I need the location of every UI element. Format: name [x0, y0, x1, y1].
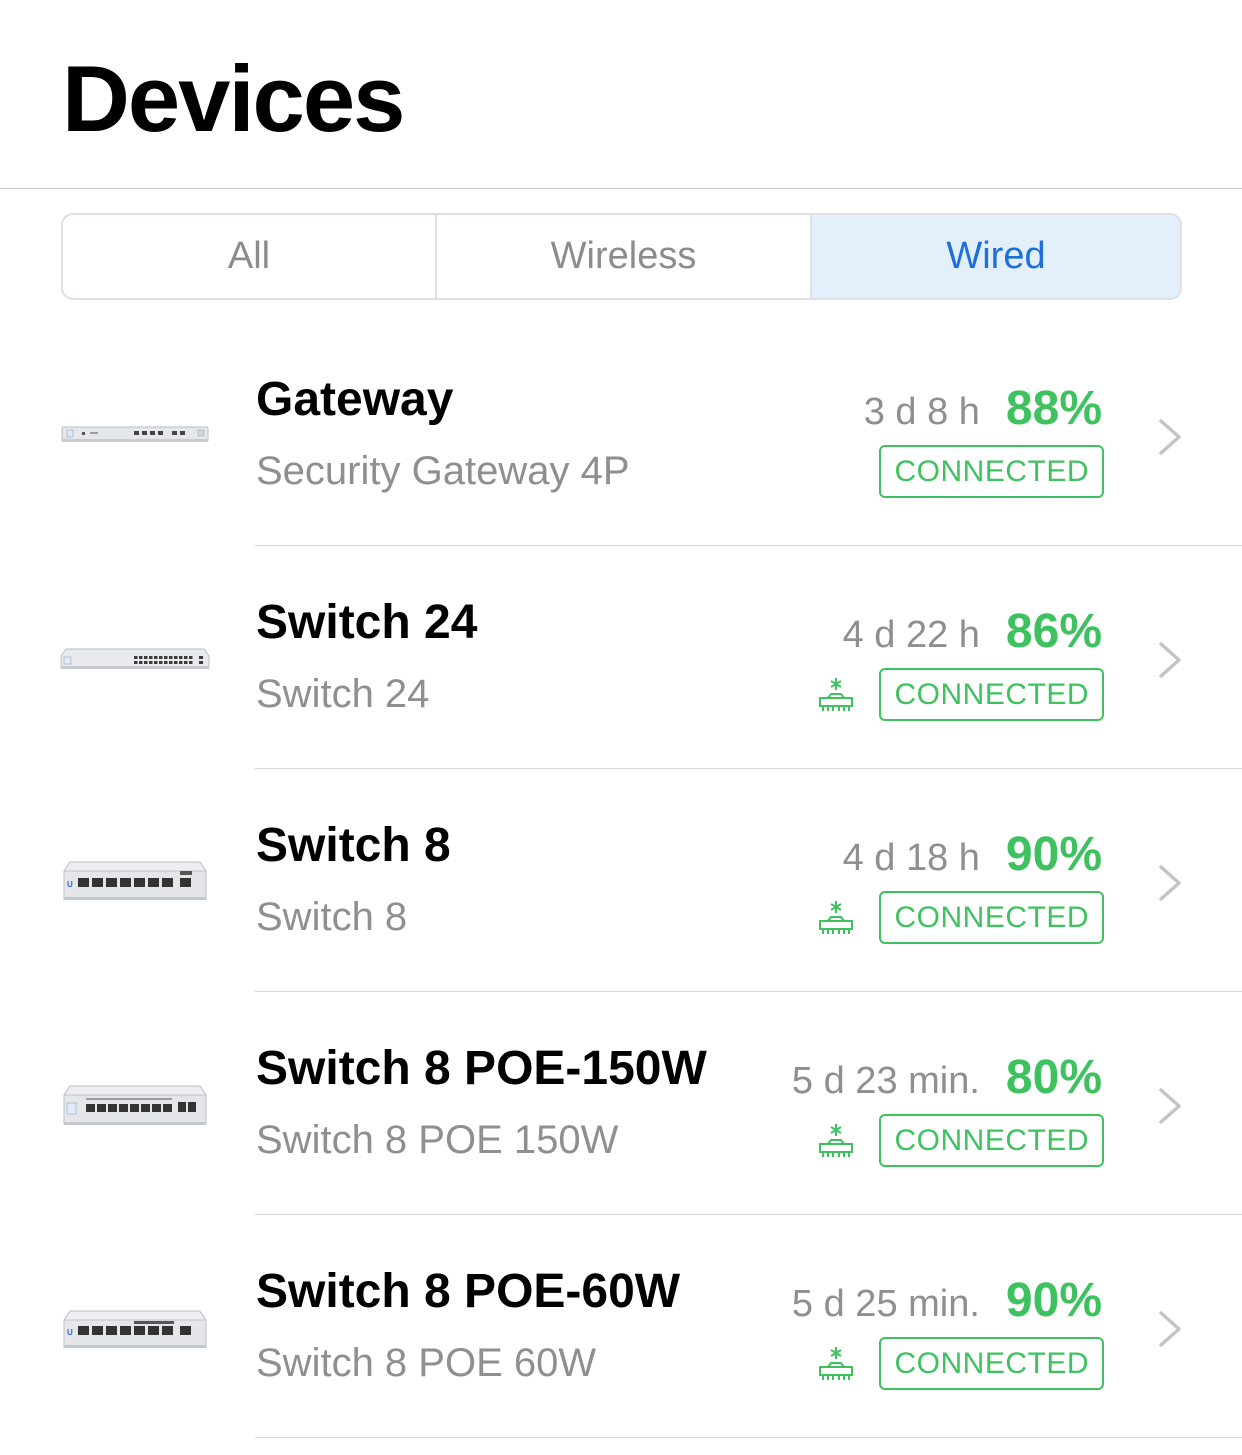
device-experience-percent: 80% [1005, 1051, 1102, 1104]
svg-text:U: U [67, 1328, 73, 1337]
uplink-icon [817, 1122, 855, 1160]
device-row-gateway[interactable]: Gateway Security Gateway 4P 3 d 8 h 88% … [0, 323, 1242, 546]
device-model: Switch 8 POE 60W [256, 1341, 597, 1385]
device-row-switch-24[interactable]: Switch 24 Switch 24 4 d 22 h 86% CONNECT… [0, 546, 1242, 769]
device-model: Switch 24 [256, 672, 430, 716]
header: Devices [0, 0, 1242, 189]
filter-tab-all[interactable]: All [63, 215, 435, 298]
status-badge: CONNECTED [879, 1337, 1104, 1390]
device-uptime: 5 d 23 min. [791, 1060, 980, 1102]
page-title: Devices [62, 46, 405, 151]
device-uptime: 3 d 8 h [863, 391, 980, 433]
chevron-right-icon [1155, 1309, 1185, 1349]
device-name: Switch 8 [256, 819, 451, 872]
uplink-icon [817, 1345, 855, 1383]
device-row-switch-8-poe-150w[interactable]: Switch 8 POE-150W Switch 8 POE 150W 5 d … [0, 992, 1242, 1215]
device-model: Switch 8 [256, 895, 408, 939]
status-badge: CONNECTED [879, 445, 1104, 498]
status-badge: CONNECTED [879, 1114, 1104, 1167]
device-experience-percent: 90% [1005, 1274, 1102, 1327]
device-uptime: 5 d 25 min. [791, 1283, 980, 1325]
device-name: Switch 8 POE-150W [256, 1042, 707, 1095]
device-name: Switch 24 [256, 596, 478, 649]
uplink-icon [817, 676, 855, 714]
device-filter-segmented-control: All Wireless Wired [61, 213, 1182, 300]
chevron-right-icon [1155, 863, 1185, 903]
device-row-switch-8[interactable]: U Switch 8 Switch 8 4 d 18 h 90% CONNECT… [0, 769, 1242, 992]
device-row-switch-8-poe-60w[interactable]: U Switch 8 POE-60W Switch 8 POE 60W 5 d … [0, 1215, 1242, 1438]
chevron-right-icon [1155, 1086, 1185, 1126]
status-badge: CONNECTED [879, 891, 1104, 944]
chevron-right-icon [1155, 417, 1185, 457]
switch-8-poe-60w-device-image: U [60, 1275, 210, 1375]
device-name: Switch 8 POE-60W [256, 1265, 681, 1318]
switch-24-device-image [60, 606, 210, 706]
gateway-device-image [60, 383, 210, 483]
device-list: Gateway Security Gateway 4P 3 d 8 h 88% … [0, 323, 1242, 1438]
status-badge: CONNECTED [879, 668, 1104, 721]
switch-8-device-image: U [60, 829, 210, 929]
device-model: Security Gateway 4P [256, 449, 630, 493]
device-name: Gateway [256, 373, 454, 426]
switch-8-poe-150w-device-image [60, 1052, 210, 1152]
filter-tab-wireless[interactable]: Wireless [435, 215, 810, 298]
device-experience-percent: 88% [1005, 382, 1102, 435]
device-experience-percent: 86% [1005, 605, 1102, 658]
filter-tab-wired[interactable]: Wired [810, 215, 1180, 298]
device-experience-percent: 90% [1005, 828, 1102, 881]
svg-text:U: U [67, 880, 73, 889]
device-uptime: 4 d 18 h [842, 837, 980, 879]
row-divider [255, 1437, 1242, 1438]
chevron-right-icon [1155, 640, 1185, 680]
device-uptime: 4 d 22 h [842, 614, 980, 656]
uplink-icon [817, 899, 855, 937]
device-model: Switch 8 POE 150W [256, 1118, 619, 1162]
